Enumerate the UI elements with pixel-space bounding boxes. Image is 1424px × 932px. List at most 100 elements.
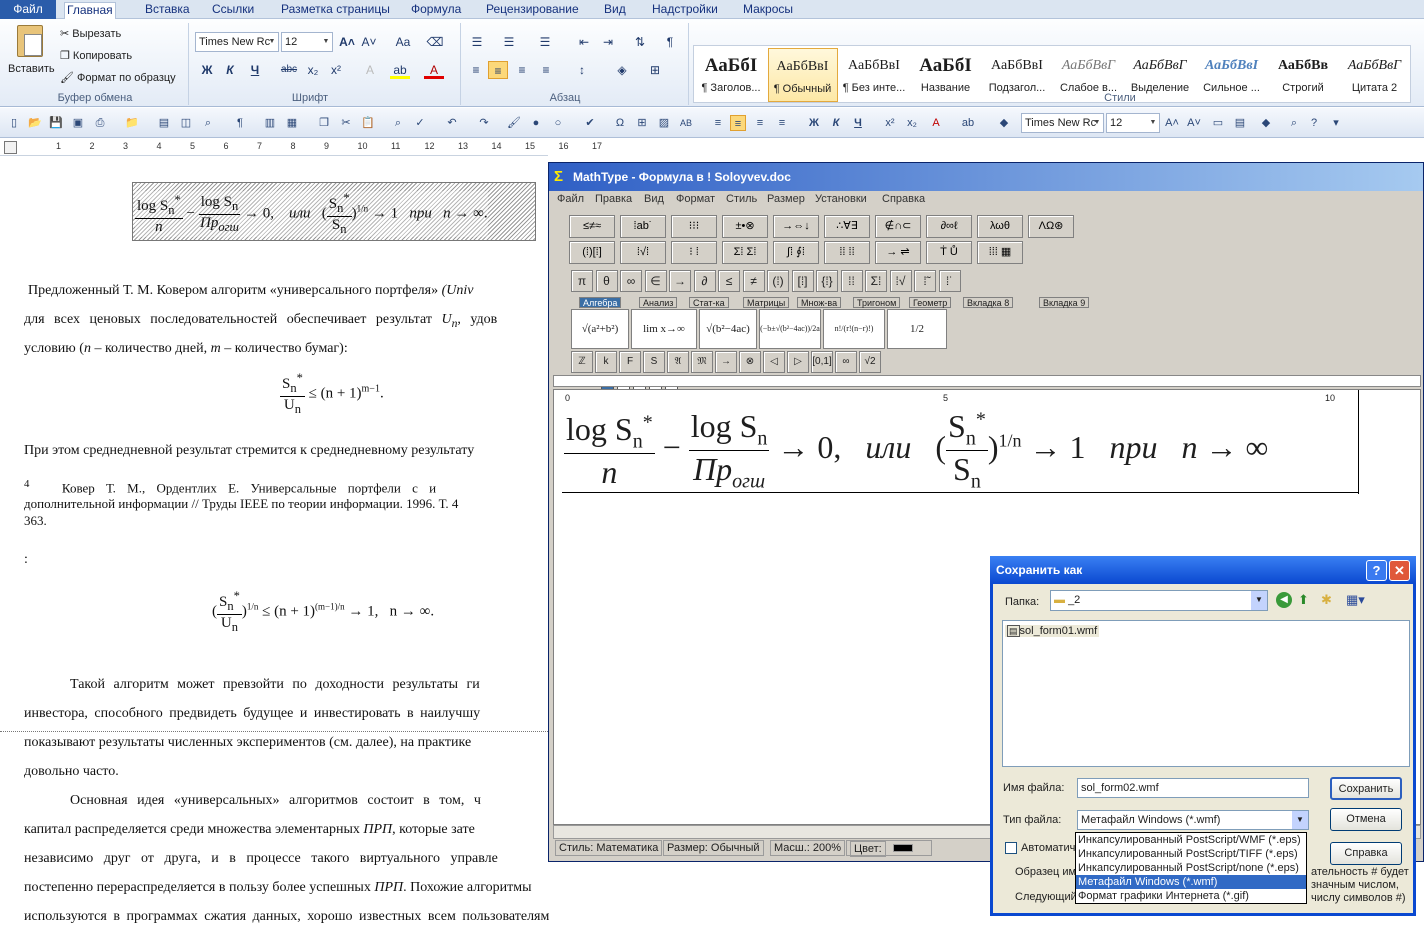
omega-icon[interactable]: Ω [612,115,628,131]
save-icon[interactable]: 💾 [48,115,64,131]
style-10[interactable]: АаБбВвГ Цитата 2 [1340,48,1410,102]
increase-indent-icon[interactable]: ⇥ [598,33,618,51]
symbol-palette[interactable]: λωθ [977,215,1023,238]
save-button[interactable]: Сохранить [1330,777,1402,800]
toolbar-font-name-combo[interactable]: Times New Rc ▼ [1021,113,1104,133]
check-icon[interactable]: ✔ [582,115,598,131]
mt-menu-item[interactable]: Формат [676,193,715,205]
folder-icon[interactable]: 📁 [124,115,140,131]
back-icon[interactable]: ◀ [1276,592,1292,608]
copy-icon[interactable]: ❐ [316,115,332,131]
help-icon[interactable]: ? [1306,115,1322,131]
ruler-tab-stop[interactable] [4,141,17,154]
filetype-option[interactable]: Инкапсулированный PostScript/WMF (*.eps) [1076,833,1306,847]
brush-icon[interactable]: 🖌 [506,115,522,131]
italic-icon[interactable]: К [828,115,844,131]
font-size-combo[interactable]: 12 ▼ [281,32,333,52]
help-button[interactable]: Справка [1330,842,1402,865]
style-3[interactable]: АаБбВвІ ¶ Без инте... [839,48,909,102]
bold-icon[interactable]: Ж [197,61,217,79]
circle-icon[interactable]: ○ [550,115,566,131]
superscript-icon[interactable]: x² [326,61,346,79]
small-symbol-button[interactable]: ∈ [644,270,667,292]
small-symbol-button[interactable]: ⁞̃ [914,270,936,292]
mt-menu-item[interactable]: Справка [882,193,925,205]
decrease-indent-icon[interactable]: ⇤ [574,33,594,51]
table-icon[interactable]: ⊞ [634,115,650,131]
line-spacing-icon[interactable]: ↕ [572,61,592,79]
change-case-icon[interactable]: Aa [393,33,413,51]
font-color-icon[interactable]: A [928,115,944,131]
small-symbol-button[interactable]: S [643,351,665,373]
expression-template[interactable]: n!/(r!(n−r)!) [823,309,885,349]
filetype-option[interactable]: Инкапсулированный PostScript/none (*.eps… [1076,861,1306,875]
template-palette[interactable]: ⁞⁞⁞ ▦ [977,241,1023,264]
small-symbol-button[interactable]: √2 [859,351,881,373]
close-icon[interactable]: ✕ [1389,560,1410,581]
redo-icon[interactable]: ↷ [476,115,492,131]
style-4[interactable]: АаБбІ Название [911,48,981,102]
align-right-icon[interactable]: ≡ [752,115,768,131]
small-symbol-button[interactable]: ∂ [693,270,716,292]
paste-button[interactable]: Вставить [8,23,55,89]
wordart-icon[interactable]: AB [678,115,694,131]
page-icon[interactable]: ▤ [156,115,172,131]
small-symbol-button[interactable]: ◁ [763,351,785,373]
template-palette[interactable]: → ⇌ [875,241,921,264]
small-symbol-button[interactable]: π [571,270,593,292]
clear-format-icon[interactable]: ⌫ [425,33,445,51]
template-palette[interactable]: Ṫ Ů [926,241,972,264]
palette-tab[interactable]: Геометр [909,297,952,308]
subscript-icon[interactable]: x₂ [904,115,920,131]
small-symbol-button[interactable]: Σ⁞ [865,270,887,292]
style-icon[interactable]: ▤ [1232,115,1248,131]
small-symbol-button[interactable]: ⁞√ [889,270,912,292]
small-symbol-button[interactable]: ⁞⁞ [840,270,863,292]
help-icon[interactable]: ? [1366,560,1387,581]
expression-template[interactable]: √(b²−4ac) [699,309,757,349]
justify-icon[interactable]: ≡ [774,115,790,131]
symbol-palette[interactable]: →⇔↓ [773,215,819,238]
tab-page-layout[interactable]: Разметка страницы [279,2,392,19]
tab-review[interactable]: Рецензирование [484,2,581,19]
small-symbol-button[interactable]: ∞ [620,270,642,292]
small-symbol-button[interactable]: ℤ [571,351,593,373]
chevron-down-icon[interactable]: ▾ [1328,115,1344,131]
template-palette[interactable]: (⁞)[⁞] [569,241,615,264]
format-painter-button[interactable]: 🖌 Формат по образцу [60,69,176,87]
formula-inequality[interactable]: Sn* Un ≤ (n + 1)m−1. [280,371,384,417]
mt-menu-item[interactable]: Размер [767,193,805,205]
fill-icon[interactable]: ◆ [1258,115,1274,131]
tab-view[interactable]: Вид [602,2,628,19]
underline-icon[interactable]: Ч [850,115,866,131]
underline-icon[interactable]: Ч [245,61,265,79]
small-symbol-button[interactable]: ≠ [742,270,765,292]
print-icon[interactable]: ⎙ [92,115,108,131]
palette-tab[interactable]: Стат-ка [689,297,729,308]
file-list[interactable]: ▤ sol_form01.wmf [1002,620,1410,767]
symbol-palette[interactable]: ΛΩ⊛ [1028,215,1074,238]
palette-tab[interactable]: Матрицы [743,297,790,308]
tab-insert[interactable]: Вставка [143,2,192,19]
small-symbol-button[interactable]: k [595,351,617,373]
small-symbol-button[interactable]: ⊗ [739,351,761,373]
italic-icon[interactable]: К [220,61,240,79]
symbol-palette[interactable]: ⁞ab˙ [620,215,666,238]
paste-icon[interactable]: 📋 [360,115,376,131]
filetype-dropdown-list[interactable]: Инкапсулированный PostScript/WMF (*.eps)… [1075,832,1307,904]
grow-font-icon[interactable]: A˄ [337,33,357,51]
tab-formula[interactable]: Формула [409,2,463,19]
font-name-combo[interactable]: Times New Rc ▼ [195,32,279,52]
small-symbol-button[interactable]: θ [595,270,618,292]
bullets-icon[interactable]: ☰ [467,33,487,51]
small-symbol-button[interactable]: ⁞˙ [938,270,961,292]
symbol-palette[interactable]: ∴∀∃ [824,215,870,238]
save-icon[interactable]: ▣ [70,115,86,131]
tab-addins[interactable]: Надстройки [650,2,720,19]
cut-button[interactable]: ✂ Вырезать [60,25,121,43]
palette-tab[interactable]: Алгебра [579,297,622,308]
small-symbol-button[interactable]: (⁞) [767,270,789,292]
view-menu-icon[interactable]: ▦▾ [1346,592,1365,608]
expression-template[interactable]: 1/2 [887,309,947,349]
scissors-icon[interactable]: ✂ [338,115,354,131]
